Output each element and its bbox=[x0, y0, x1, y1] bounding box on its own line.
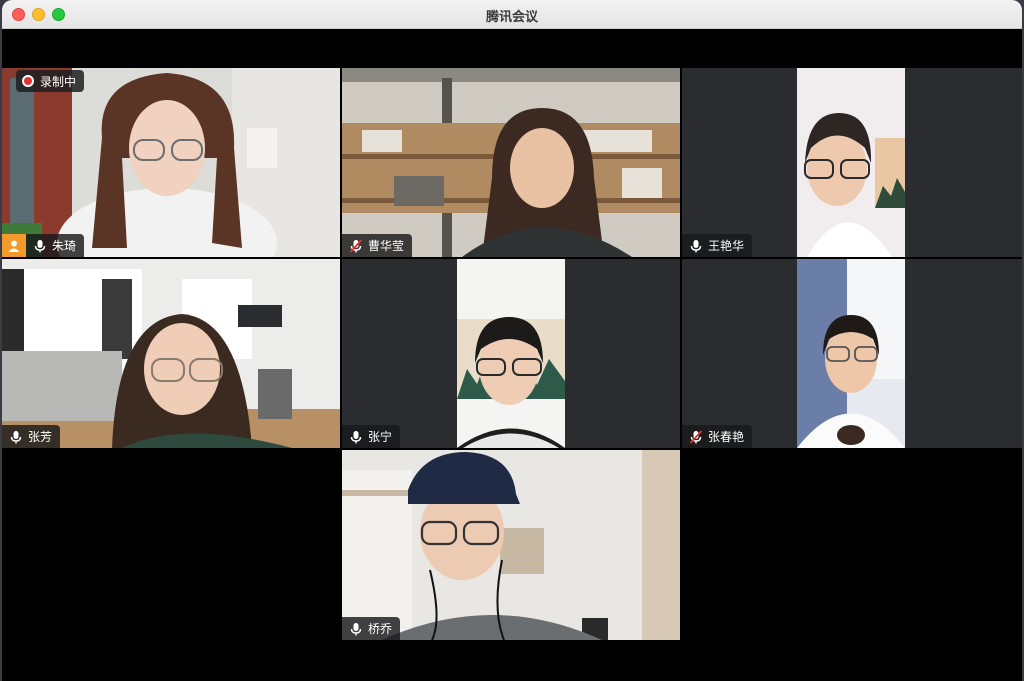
video-frame bbox=[797, 68, 905, 257]
host-icon bbox=[8, 240, 20, 252]
video-frame bbox=[342, 68, 680, 257]
participant-name: 张宁 bbox=[368, 430, 393, 444]
video-frame bbox=[457, 259, 565, 448]
participant-nametag: 桥乔 bbox=[342, 617, 401, 640]
video-frame bbox=[2, 68, 340, 257]
mic-icon bbox=[10, 430, 22, 443]
participant-name: 张春艳 bbox=[708, 430, 745, 444]
mic-muted-icon bbox=[349, 238, 363, 253]
video-frame bbox=[342, 450, 680, 640]
mic-icon bbox=[690, 239, 702, 252]
window-title: 腾讯会议 bbox=[485, 10, 538, 25]
mic-muted-icon bbox=[689, 429, 703, 444]
mic-icon bbox=[350, 622, 362, 635]
mic-icon bbox=[34, 239, 46, 252]
participant-name: 张芳 bbox=[28, 430, 53, 444]
participant-nametag: 曹华莹 bbox=[342, 234, 413, 257]
participant-video bbox=[797, 259, 905, 448]
participant-video bbox=[457, 259, 565, 448]
participant-name: 王艳华 bbox=[708, 239, 745, 253]
participant-video bbox=[342, 450, 680, 640]
meeting-window: 腾讯会议 朱琦 曹华莹 王艳华 张芳 张宁 张春艳 桥乔 录制中 bbox=[2, 0, 1022, 681]
participant-tile[interactable]: 朱琦 bbox=[2, 68, 340, 257]
mic-icon bbox=[350, 430, 362, 443]
participant-tile[interactable]: 王艳华 bbox=[682, 68, 1022, 257]
recording-dot-icon bbox=[22, 75, 34, 87]
participant-tile[interactable]: 桥乔 bbox=[342, 450, 680, 640]
video-grid: 朱琦 曹华莹 王艳华 张芳 张宁 张春艳 桥乔 录制中 bbox=[2, 30, 1022, 681]
recording-indicator[interactable]: 录制中 bbox=[16, 70, 85, 92]
title-bar: 腾讯会议 bbox=[2, 0, 1022, 29]
participant-video bbox=[797, 68, 905, 257]
participant-video bbox=[2, 68, 340, 257]
participant-tile[interactable]: 张芳 bbox=[2, 259, 340, 448]
video-frame bbox=[797, 259, 905, 448]
participant-video bbox=[342, 68, 680, 257]
participant-name: 朱琦 bbox=[52, 239, 77, 253]
participant-video bbox=[2, 259, 340, 448]
video-frame bbox=[2, 259, 340, 448]
participant-nametag: 朱琦 bbox=[26, 234, 85, 257]
recording-label: 录制中 bbox=[40, 74, 77, 89]
participant-tile[interactable]: 曹华莹 bbox=[342, 68, 680, 257]
participant-nametag: 张宁 bbox=[342, 425, 401, 448]
host-badge bbox=[2, 234, 26, 257]
participant-nametag: 张春艳 bbox=[682, 425, 753, 448]
participant-nametag: 王艳华 bbox=[682, 234, 753, 257]
participant-name: 曹华莹 bbox=[368, 239, 405, 253]
participant-name: 桥乔 bbox=[368, 622, 393, 636]
participant-tile[interactable]: 张宁 bbox=[342, 259, 680, 448]
participant-nametag: 张芳 bbox=[2, 425, 61, 448]
bottom-bar bbox=[2, 670, 1022, 681]
participant-tile[interactable]: 张春艳 bbox=[682, 259, 1022, 448]
